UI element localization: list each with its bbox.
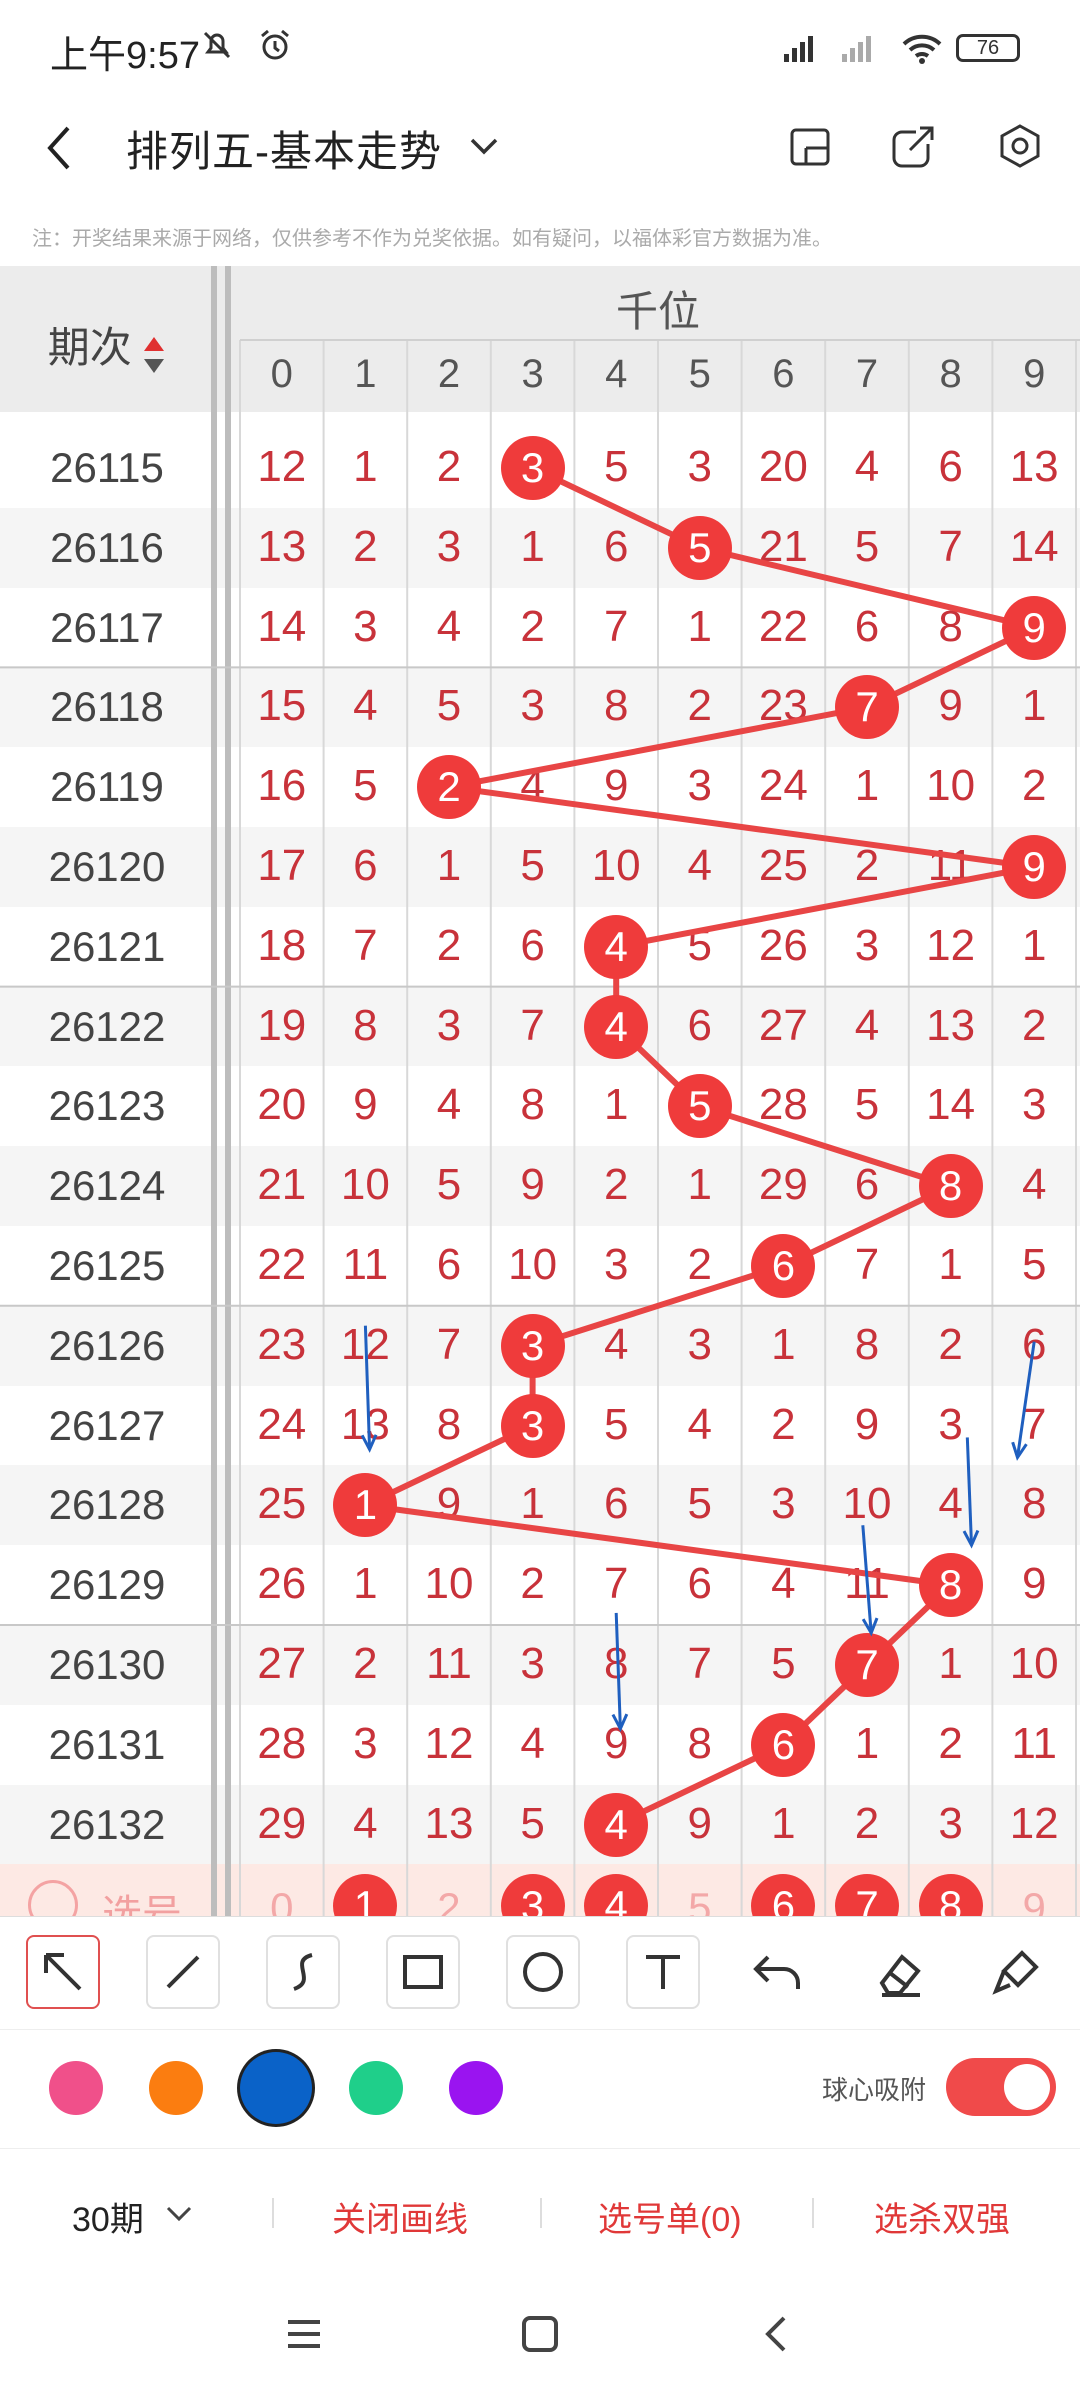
- drawn-arrow: [360, 1325, 378, 1453]
- curve-tool[interactable]: [266, 1935, 340, 2009]
- wifi-icon: [900, 30, 944, 71]
- text-tool[interactable]: [626, 1935, 700, 2009]
- pick-list-button[interactable]: 选号单(0): [598, 2192, 742, 2241]
- alarm-icon: [258, 28, 292, 62]
- mute-icon: [200, 28, 234, 62]
- drawn-arrow: [611, 1612, 629, 1733]
- select-number[interactable]: 9: [992, 1884, 1076, 1916]
- color-swatch[interactable]: [449, 2061, 503, 2115]
- chevron-down-icon[interactable]: [164, 2198, 194, 2233]
- status-bar: 上午9:57 76: [0, 0, 1080, 96]
- bottom-action-bar: 30期 关闭画线 选号单(0) 选杀双强: [0, 2148, 1080, 2268]
- chevron-down-icon[interactable]: [468, 130, 500, 167]
- layout-icon[interactable]: [788, 124, 834, 175]
- divider: [540, 2198, 542, 2228]
- battery-icon: 76: [956, 34, 1020, 62]
- page-title[interactable]: 排列五-基本走势: [126, 118, 442, 179]
- filter-button[interactable]: 选杀双强: [874, 2192, 1010, 2241]
- snap-toggle[interactable]: [946, 2058, 1056, 2116]
- snap-label: 球心吸附: [822, 2075, 927, 2105]
- select-number[interactable]: 0: [240, 1884, 324, 1916]
- drawing-toolbar: [0, 1916, 1080, 2030]
- status-time: 上午9:57: [50, 35, 200, 77]
- app-header: 排列五-基本走势: [0, 96, 1080, 196]
- color-swatch[interactable]: [240, 2052, 312, 2124]
- nav-back-icon[interactable]: [756, 2314, 796, 2359]
- menu-icon[interactable]: [284, 2314, 324, 2359]
- home-icon[interactable]: [520, 2314, 560, 2359]
- system-nav-bar: [0, 2268, 1080, 2400]
- arrow-tool[interactable]: [26, 1935, 100, 2009]
- select-number[interactable]: 5: [658, 1884, 742, 1916]
- share-icon[interactable]: [890, 122, 938, 175]
- rectangle-tool[interactable]: [386, 1935, 460, 2009]
- eraser-icon[interactable]: [868, 1945, 928, 2006]
- color-picker-row: 球心吸附: [0, 2028, 1080, 2149]
- disclaimer-notice: 注：开奖结果来源于网络，仅供参考不作为兑奖依据。如有疑问，以福体彩官方数据为准。: [32, 228, 832, 250]
- divider: [272, 2198, 274, 2228]
- select-label: 选号: [102, 1893, 182, 1916]
- color-swatch[interactable]: [349, 2061, 403, 2115]
- signal-icon: [782, 30, 902, 71]
- undo-icon[interactable]: [748, 1945, 808, 2006]
- select-number[interactable]: 2: [407, 1884, 491, 1916]
- clear-brush-icon[interactable]: [988, 1945, 1048, 2006]
- close-lines-button[interactable]: 关闭画线: [332, 2192, 468, 2241]
- period-count-select[interactable]: 30期: [72, 2192, 144, 2241]
- trend-table: 期次 千位 0123456789 26115 12 1 2 5 3 20 4 6 13 26116 1…: [0, 266, 1080, 1916]
- circle-tool[interactable]: [506, 1935, 580, 2009]
- user-drawing-layer: [360, 1325, 1036, 1733]
- snap-toggle-knob: [1004, 2064, 1050, 2110]
- drawn-arrow: [962, 1437, 980, 1549]
- drawn-arrow: [861, 1525, 879, 1637]
- color-swatch[interactable]: [149, 2061, 203, 2115]
- settings-icon[interactable]: [996, 122, 1044, 175]
- battery-level: 76: [976, 37, 1000, 59]
- drawn-arrow: [1011, 1341, 1036, 1461]
- divider: [812, 2198, 814, 2228]
- line-tool[interactable]: [146, 1935, 220, 2009]
- color-swatch[interactable]: [49, 2061, 103, 2115]
- back-icon[interactable]: [40, 124, 80, 177]
